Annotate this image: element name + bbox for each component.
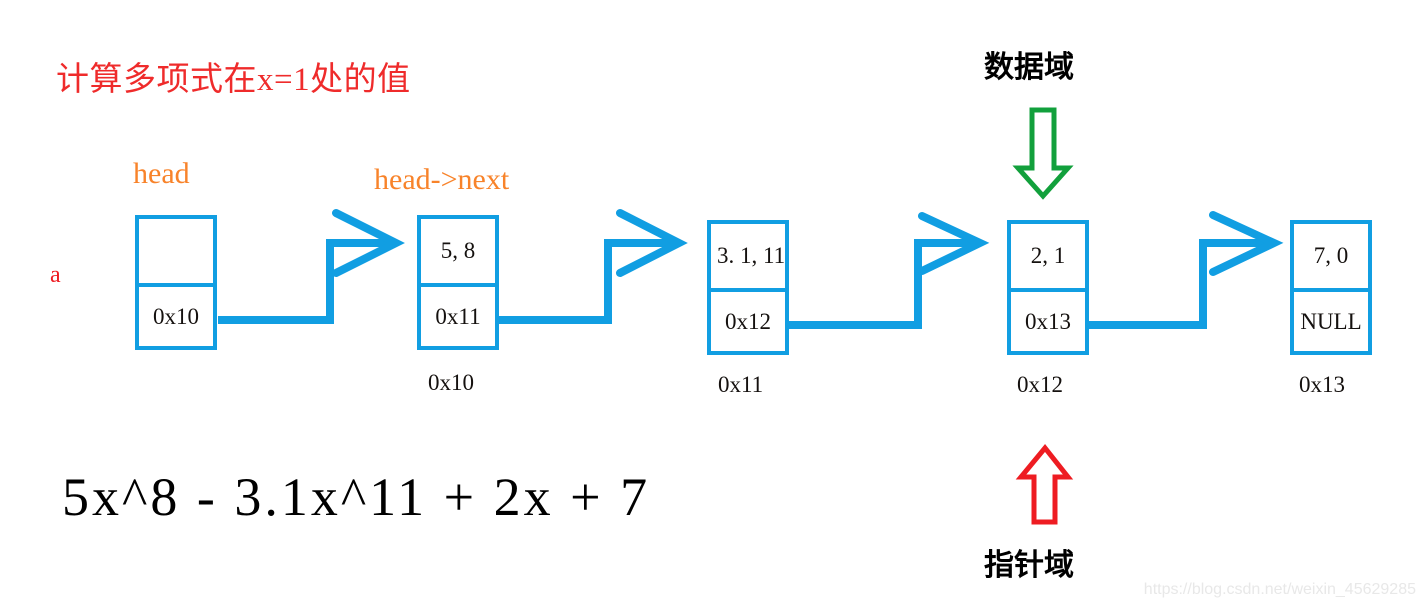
node-next-value: NULL (1300, 308, 1362, 334)
pointer-label-head: head (133, 157, 190, 190)
node-address-label: 0x11 (718, 372, 764, 397)
annotation-data-field: 数据域 (984, 51, 1074, 84)
node-next-cell: 0x12 (711, 287, 785, 352)
watermark-text: https://blog.csdn.net/weixin_45629285 (1143, 581, 1416, 598)
diagram-canvas: 计算多项式在x=1处的值 a head head->next 0x10 5, 8… (0, 0, 1424, 603)
pointer-field-arrow-shape (1015, 444, 1074, 525)
node-address-label: 0x13 (1299, 372, 1345, 397)
list-node[interactable]: 2, 1 0x13 (1007, 220, 1089, 355)
node-next-cell: 0x13 (1011, 287, 1085, 352)
list-node[interactable]: 3. 1, 11 0x12 (707, 220, 789, 355)
node-next-cell: 0x11 (421, 282, 495, 347)
node-data-cell: 5, 8 (421, 219, 495, 283)
page-title: 计算多项式在x=1处的值 (56, 62, 411, 98)
node-data-value: 7, 0 (1313, 243, 1349, 269)
node-data-cell: 3. 1, 11 (711, 224, 785, 288)
node-data-value: 5, 8 (440, 238, 476, 264)
node-next-value: 0x12 (725, 308, 771, 334)
node-next-cell: 0x10 (139, 282, 213, 347)
list-node[interactable]: 7, 0 NULL (1290, 220, 1372, 355)
node-next-value: 0x10 (153, 303, 199, 329)
node-data-value: 3. 1, 11 (717, 243, 786, 269)
variable-label-a: a (50, 262, 61, 288)
polynomial-expression: 5x^8 - 3.1x^11 + 2x + 7 (62, 467, 651, 527)
pointer-label-head-next: head->next (374, 163, 510, 196)
node-address-label: 0x12 (1017, 372, 1063, 397)
node-address-label: 0x10 (428, 370, 474, 395)
list-node[interactable]: 0x10 (135, 215, 217, 350)
node-data-cell (139, 219, 213, 283)
annotation-pointer-field: 指针域 (984, 549, 1074, 582)
node-next-value: 0x11 (435, 303, 481, 329)
node-data-value: 2, 1 (1030, 243, 1066, 269)
node-data-cell: 2, 1 (1011, 224, 1085, 288)
node-next-value: 0x13 (1025, 308, 1071, 334)
list-node[interactable]: 5, 8 0x11 (417, 215, 499, 350)
data-field-arrow-shape (1012, 107, 1074, 200)
node-data-cell: 7, 0 (1294, 224, 1368, 288)
node-next-cell: NULL (1294, 287, 1368, 352)
